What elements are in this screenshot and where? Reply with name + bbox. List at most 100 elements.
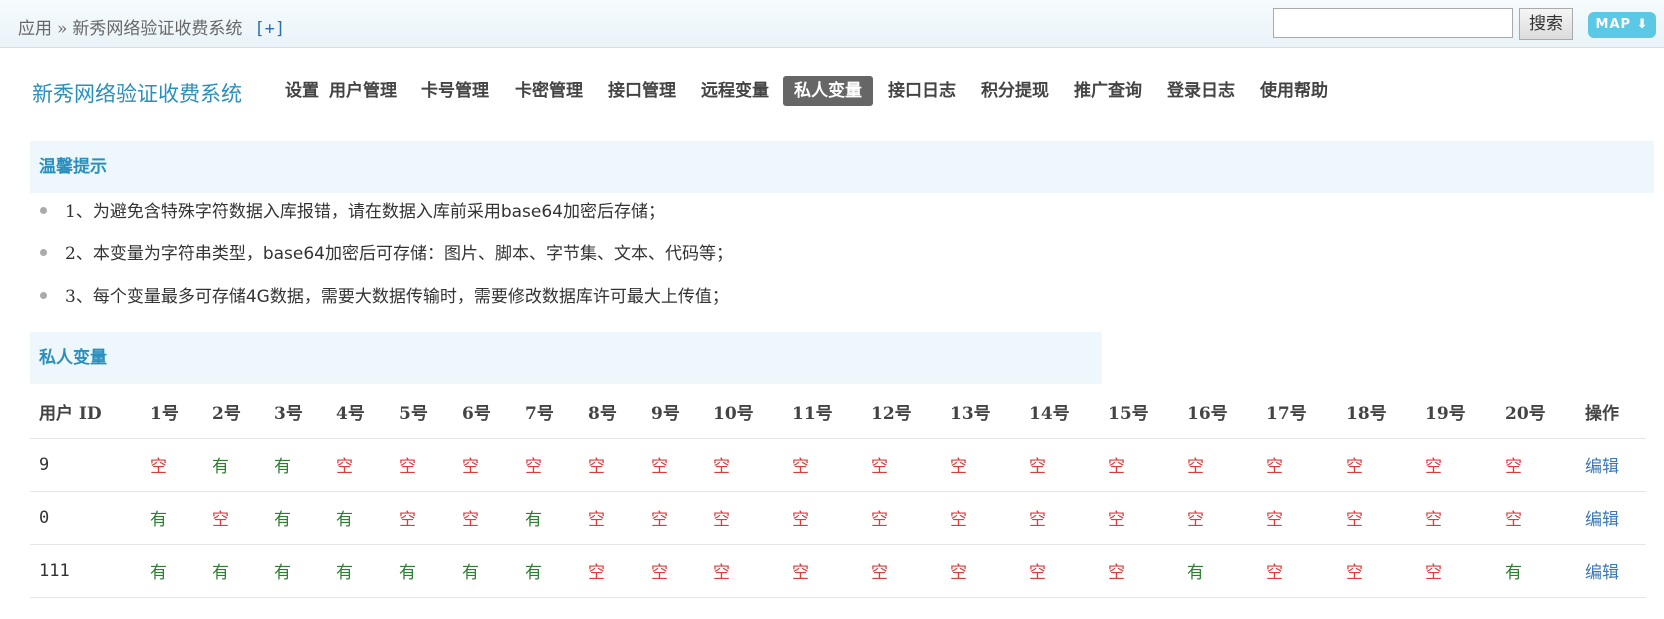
column-header-slot: 10号 [704, 385, 783, 439]
bullet-icon [40, 249, 47, 256]
top-bar: 应用» 新秀网络验证收费系统 [+] 搜索 MAP ⬇ [0, 0, 1664, 48]
column-header-slot: 11号 [783, 385, 862, 439]
slot-status-cell: 空 [390, 438, 453, 492]
edit-link[interactable]: 编辑 [1576, 544, 1646, 598]
slot-status-cell: 有 [453, 544, 516, 598]
nav-item-help[interactable]: 使用帮助 [1249, 76, 1339, 106]
tip-text: 加密后可存储：图片、脚本、字节集、文本、代码等； [324, 244, 733, 264]
slot-status-cell: 有 [141, 544, 203, 598]
slot-status-cell: 有 [516, 544, 579, 598]
column-header-slot: 4号 [327, 385, 390, 439]
slot-status-cell: 空 [1257, 438, 1337, 492]
column-header-slot: 20号 [1496, 385, 1576, 439]
edit-link[interactable]: 编辑 [1576, 491, 1646, 545]
column-header-slot: 13号 [941, 385, 1020, 439]
table-row: 111 有有有有有有有空空空空空空空空有空空空有编辑 [30, 544, 1646, 598]
tip-text: 4G [245, 287, 270, 307]
slot-status-cell: 有 [1178, 544, 1257, 598]
nav-item-referral-query[interactable]: 推广查询 [1063, 76, 1153, 106]
tip-item: 3、每个变量最多可存储4G数据，需要大数据传输时，需要修改数据库许可最大上传值； [40, 282, 729, 307]
nav-item-points-withdrawal[interactable]: 积分提现 [970, 76, 1060, 106]
slot-status-cell: 空 [862, 438, 941, 492]
slot-status-cell: 空 [941, 544, 1020, 598]
tip-text: 2、本变量为字符串类型， [65, 244, 263, 264]
column-header-slot: 12号 [862, 385, 941, 439]
nav-item-user-management[interactable]: 用户管理 [318, 76, 408, 106]
column-header-slot: 3号 [265, 385, 327, 439]
column-header-slot: 9号 [642, 385, 704, 439]
slot-status-cell: 空 [579, 491, 642, 545]
slot-status-cell: 空 [704, 438, 783, 492]
slot-status-cell: 空 [203, 491, 265, 545]
slot-status-cell: 空 [941, 438, 1020, 492]
slot-status-cell: 空 [862, 544, 941, 598]
slot-status-cell: 空 [579, 438, 642, 492]
tip-item: 2、本变量为字符串类型，base64加密后可存储：图片、脚本、字节集、文本、代码… [40, 239, 733, 264]
column-header-slot: 7号 [516, 385, 579, 439]
column-header-user-id: 用户 ID [30, 385, 141, 439]
slot-status-cell: 空 [141, 438, 203, 492]
nav-item-card-key-management[interactable]: 卡密管理 [504, 76, 594, 106]
tip-text: 数据，需要大数据传输时，需要修改数据库许可最大上传值； [269, 287, 729, 307]
slot-status-cell: 空 [704, 544, 783, 598]
slot-status-cell: 空 [1337, 544, 1416, 598]
slot-status-cell: 空 [1416, 544, 1496, 598]
column-header-slot: 15号 [1099, 385, 1178, 439]
tips-panel-header: 温馨提示 [30, 141, 1654, 193]
slot-status-cell: 空 [579, 544, 642, 598]
column-header-slot: 16号 [1178, 385, 1257, 439]
column-header-slot: 1号 [141, 385, 203, 439]
table-row: 0 有空有有空空有空空空空空空空空空空空空空编辑 [30, 491, 1646, 545]
breadcrumb-current[interactable]: 新秀网络验证收费系统 [72, 19, 242, 39]
column-header-slot: 14号 [1020, 385, 1099, 439]
slot-status-cell: 空 [1257, 544, 1337, 598]
slot-status-cell: 空 [1178, 491, 1257, 545]
breadcrumb-root[interactable]: 应用 [18, 19, 52, 39]
slot-status-cell: 有 [265, 438, 327, 492]
slot-status-cell: 空 [453, 438, 516, 492]
search-button[interactable]: 搜索 [1519, 8, 1573, 40]
slot-status-cell: 空 [941, 491, 1020, 545]
slot-status-cell: 空 [1337, 438, 1416, 492]
slot-status-cell: 有 [516, 491, 579, 545]
column-header-slot: 2号 [203, 385, 265, 439]
slot-status-cell: 有 [327, 491, 390, 545]
search-input[interactable] [1273, 8, 1513, 38]
bullet-icon [40, 292, 47, 299]
bullet-icon [40, 207, 47, 214]
nav-item-api-logs[interactable]: 接口日志 [877, 76, 967, 106]
slot-status-cell: 有 [327, 544, 390, 598]
nav-item-card-number-management[interactable]: 卡号管理 [410, 76, 500, 106]
slot-status-cell: 空 [1099, 438, 1178, 492]
slot-status-cell: 空 [1496, 438, 1576, 492]
column-header-slot: 8号 [579, 385, 642, 439]
slot-status-cell: 有 [141, 491, 203, 545]
slot-status-cell: 有 [203, 438, 265, 492]
slot-status-cell: 空 [390, 491, 453, 545]
slot-status-cell: 空 [1020, 544, 1099, 598]
slot-status-cell: 空 [862, 491, 941, 545]
add-shortcut-link[interactable]: [+] [254, 19, 285, 39]
slot-status-cell: 空 [1416, 491, 1496, 545]
user-id-cell: 9 [30, 438, 141, 492]
column-header-slot: 17号 [1257, 385, 1337, 439]
nav-item-api-management[interactable]: 接口管理 [597, 76, 687, 106]
nav-item-remote-variables[interactable]: 远程变量 [690, 76, 780, 106]
slot-status-cell: 空 [642, 438, 704, 492]
nav-item-login-logs[interactable]: 登录日志 [1156, 76, 1246, 106]
slot-status-cell: 空 [704, 491, 783, 545]
slot-status-cell: 空 [1099, 544, 1178, 598]
slot-status-cell: 空 [1416, 438, 1496, 492]
table-header-row: 用户 ID 1号 2号 3号 4号 5号 6号 7号 8号 9号 10号 11号… [30, 385, 1646, 439]
map-button[interactable]: MAP ⬇ [1588, 12, 1656, 38]
nav-item-private-variables[interactable]: 私人变量 [783, 76, 873, 106]
slot-status-cell: 空 [783, 491, 862, 545]
slot-status-cell: 空 [1496, 491, 1576, 545]
breadcrumb-separator: » [57, 19, 68, 39]
private-variables-table: 用户 ID 1号 2号 3号 4号 5号 6号 7号 8号 9号 10号 11号… [30, 385, 1646, 598]
slot-status-cell: 空 [783, 438, 862, 492]
app-title[interactable]: 新秀网络验证收费系统 [32, 78, 242, 108]
edit-link[interactable]: 编辑 [1576, 438, 1646, 492]
user-id-cell: 111 [30, 544, 141, 598]
tip-text: 1、为避免含特殊字符数据入库报错，请在数据入库前采用 [65, 202, 501, 222]
